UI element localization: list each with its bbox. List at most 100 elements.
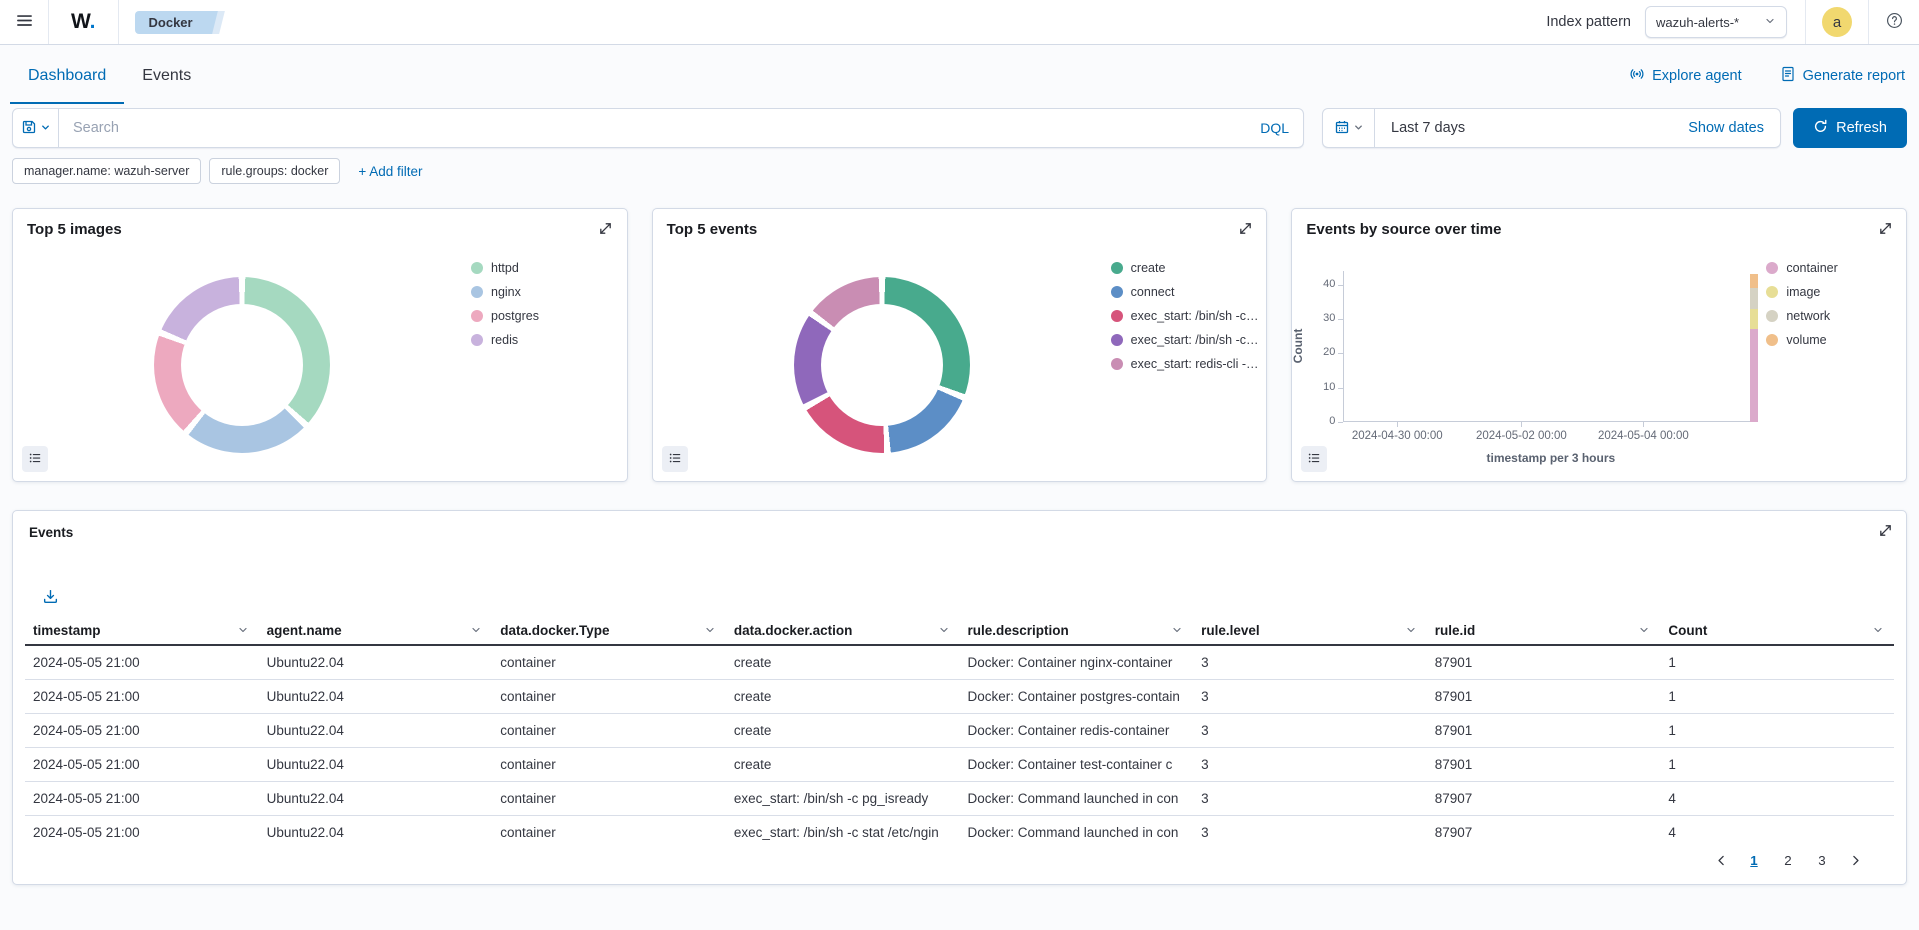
x-axis-tick bbox=[1521, 422, 1522, 427]
show-dates-button[interactable]: Show dates bbox=[1688, 120, 1780, 136]
legend-toggle-button[interactable] bbox=[1301, 446, 1327, 472]
quick-select-button[interactable] bbox=[1323, 109, 1375, 147]
legend-swatch bbox=[471, 286, 483, 298]
table-cell: 2024-05-05 21:00 bbox=[25, 689, 259, 704]
donut-chart-top5-events[interactable] bbox=[794, 277, 970, 453]
wazuh-logo[interactable]: W. bbox=[49, 10, 118, 34]
legend-label: image bbox=[1786, 285, 1820, 299]
legend-item[interactable]: container bbox=[1766, 256, 1837, 280]
column-header-label: timestamp bbox=[33, 623, 101, 638]
legend-item[interactable]: exec_start: /bin/sh -c… bbox=[1111, 304, 1259, 328]
legend-swatch bbox=[1766, 262, 1778, 274]
table-cell: 2024-05-05 21:00 bbox=[25, 757, 259, 772]
generate-report-link[interactable]: Generate report bbox=[1780, 66, 1905, 86]
column-header-agent-name[interactable]: agent.name bbox=[259, 623, 493, 638]
table-cell: exec_start: /bin/sh -c pg_isready bbox=[726, 791, 960, 806]
page-button-3[interactable]: 3 bbox=[1810, 848, 1834, 872]
legend-item[interactable]: postgres bbox=[471, 304, 539, 328]
filter-pill[interactable]: rule.groups: docker bbox=[209, 158, 340, 184]
table-row: 2024-05-05 21:00Ubuntu22.04containerexec… bbox=[25, 816, 1894, 842]
expand-panel-button[interactable] bbox=[1236, 221, 1254, 239]
tab-events[interactable]: Events bbox=[124, 45, 209, 106]
column-header-label: agent.name bbox=[267, 623, 342, 638]
legend-item[interactable]: connect bbox=[1111, 280, 1259, 304]
legend-item[interactable]: create bbox=[1111, 256, 1259, 280]
table-cell: create bbox=[726, 655, 960, 670]
column-header-timestamp[interactable]: timestamp bbox=[25, 623, 259, 638]
table-cell: 1 bbox=[1660, 655, 1894, 670]
expand-panel-button[interactable] bbox=[597, 221, 615, 239]
index-pattern-select[interactable]: wazuh-alerts-* bbox=[1645, 6, 1787, 38]
legend-item[interactable]: exec_start: redis-cli -… bbox=[1111, 352, 1259, 376]
avatar[interactable]: a bbox=[1822, 7, 1852, 37]
query-language-button[interactable]: DQL bbox=[1246, 109, 1303, 147]
table-cell: Docker: Command launched in con bbox=[960, 791, 1194, 806]
expand-panel-button[interactable] bbox=[1876, 523, 1894, 541]
table-cell: container bbox=[492, 689, 726, 704]
tab-dashboard[interactable]: Dashboard bbox=[10, 45, 124, 106]
stacked-bar[interactable] bbox=[1750, 274, 1758, 422]
table-cell: Docker: Container nginx-container bbox=[960, 655, 1194, 670]
column-header-data-docker-type[interactable]: data.docker.Type bbox=[492, 623, 726, 638]
download-csv-button[interactable] bbox=[39, 587, 61, 609]
user-menu[interactable]: a bbox=[1806, 0, 1868, 44]
table-cell: 3 bbox=[1193, 791, 1427, 806]
filter-pill[interactable]: manager.name: wazuh-server bbox=[12, 158, 201, 184]
legend-label: httpd bbox=[491, 261, 519, 275]
next-page-button[interactable] bbox=[1844, 849, 1866, 871]
header-actions: Explore agent Generate report bbox=[1629, 66, 1905, 86]
column-header-rule-description[interactable]: rule.description bbox=[960, 623, 1194, 638]
refresh-button[interactable]: Refresh bbox=[1793, 108, 1907, 148]
sort-chevron-icon bbox=[470, 624, 482, 636]
table-cell: 2024-05-05 21:00 bbox=[25, 791, 259, 806]
y-axis-tick bbox=[1338, 422, 1343, 423]
legend-item[interactable]: network bbox=[1766, 304, 1837, 328]
column-header-rule-id[interactable]: rule.id bbox=[1427, 623, 1661, 638]
query-bar: DQL Last 7 days Show dates Refresh bbox=[12, 108, 1907, 148]
add-filter-button[interactable]: + Add filter bbox=[358, 164, 422, 179]
explore-agent-label: Explore agent bbox=[1652, 68, 1741, 84]
broadcast-icon bbox=[1629, 66, 1645, 86]
refresh-label: Refresh bbox=[1836, 120, 1887, 136]
legend-label: exec_start: /bin/sh -c… bbox=[1131, 333, 1259, 347]
legend-item[interactable]: nginx bbox=[471, 280, 539, 304]
explore-agent-link[interactable]: Explore agent bbox=[1629, 66, 1741, 86]
table-row: 2024-05-05 21:00Ubuntu22.04containercrea… bbox=[25, 680, 1894, 714]
time-range-value[interactable]: Last 7 days bbox=[1375, 120, 1465, 136]
top-header-bar: W. Docker Index pattern wazuh-alerts-* a bbox=[0, 0, 1919, 45]
legend-toggle-button[interactable] bbox=[662, 446, 688, 472]
table-cell: 4 bbox=[1660, 791, 1894, 806]
legend-swatch bbox=[471, 262, 483, 274]
search-input[interactable] bbox=[59, 109, 1246, 147]
save-query-icon bbox=[21, 119, 37, 138]
wazuh-docker-dashboard: W. Docker Index pattern wazuh-alerts-* a bbox=[0, 0, 1919, 930]
help-button[interactable] bbox=[1869, 0, 1919, 44]
page-button-1[interactable]: 1 bbox=[1742, 848, 1766, 872]
list-icon bbox=[1307, 451, 1321, 468]
column-header-rule-level[interactable]: rule.level bbox=[1193, 623, 1427, 638]
index-pattern-label: Index pattern bbox=[1546, 14, 1631, 30]
column-header-label: rule.level bbox=[1201, 623, 1260, 638]
table-cell: 87901 bbox=[1427, 689, 1661, 704]
legend-item[interactable]: image bbox=[1766, 280, 1837, 304]
legend-item[interactable]: httpd bbox=[471, 256, 539, 280]
column-header-data-docker-action[interactable]: data.docker.action bbox=[726, 623, 960, 638]
chart-plot-area[interactable] bbox=[1343, 271, 1758, 422]
legend-swatch bbox=[1111, 262, 1123, 274]
panel-title: Events bbox=[29, 525, 73, 540]
legend-toggle-button[interactable] bbox=[22, 446, 48, 472]
column-header-count[interactable]: Count bbox=[1660, 623, 1894, 638]
legend-item[interactable]: exec_start: /bin/sh -c… bbox=[1111, 328, 1259, 352]
breadcrumb-module-badge[interactable]: Docker bbox=[135, 11, 209, 34]
saved-query-button[interactable] bbox=[13, 109, 59, 147]
page-button-2[interactable]: 2 bbox=[1776, 848, 1800, 872]
menu-button[interactable] bbox=[0, 0, 48, 44]
previous-page-button[interactable] bbox=[1710, 849, 1732, 871]
table-cell: 87901 bbox=[1427, 723, 1661, 738]
donut-chart-top5-images[interactable] bbox=[154, 277, 330, 453]
legend-item[interactable]: volume bbox=[1766, 328, 1837, 352]
table-cell: Ubuntu22.04 bbox=[259, 655, 493, 670]
legend-item[interactable]: redis bbox=[471, 328, 539, 352]
table-cell: 1 bbox=[1660, 757, 1894, 772]
legend-swatch bbox=[1111, 334, 1123, 346]
